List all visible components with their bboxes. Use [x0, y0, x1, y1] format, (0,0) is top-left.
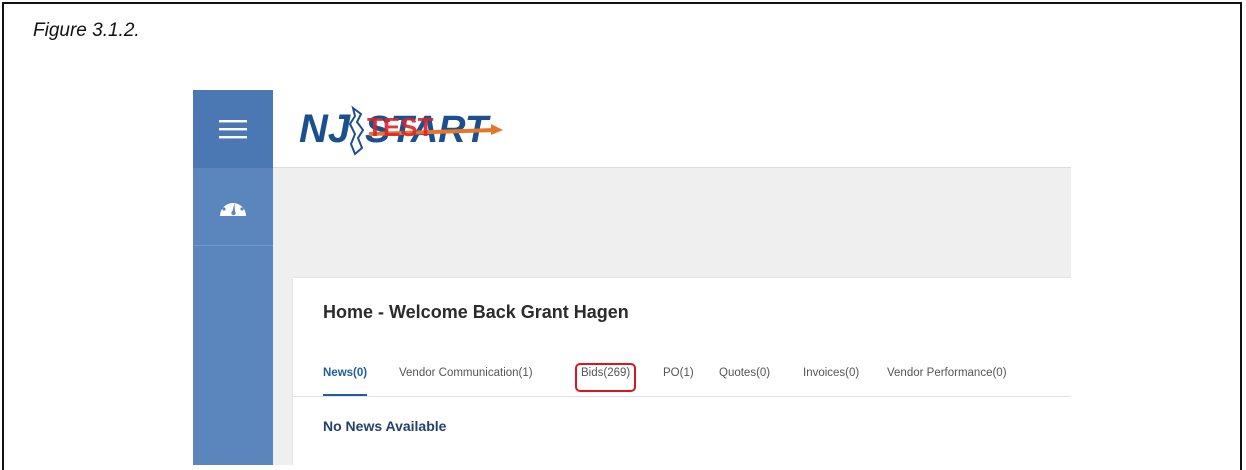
tab-bar: News(0) Vendor Communication(1) Bids(269… — [311, 358, 1071, 397]
sidebar — [193, 90, 273, 465]
logo-arrow-icon — [491, 124, 503, 135]
dashboard-gauge-icon — [220, 197, 246, 216]
figure-caption: Figure 3.1.2. — [33, 20, 140, 41]
hamburger-menu-icon — [219, 120, 247, 139]
empty-news-message: No News Available — [323, 418, 447, 434]
page-title: Home - Welcome Back Grant Hagen — [323, 302, 629, 322]
logo-test-overlay: TEST — [367, 112, 434, 142]
tab-divider — [293, 396, 1071, 397]
tab-news[interactable]: News(0) — [323, 358, 368, 397]
new-jersey-state-outline — [348, 105, 365, 156]
tab-bids[interactable]: Bids(269) — [574, 358, 637, 394]
app-header: NJ START TEST — [273, 90, 1071, 168]
menu-button[interactable] — [193, 90, 273, 168]
tab-vendor-performance[interactable]: Vendor Performance(0) — [887, 358, 1007, 394]
tab-invoices[interactable]: Invoices(0) — [803, 358, 859, 394]
home-panel: Home - Welcome Back Grant Hagen News(0) … — [293, 278, 1071, 465]
tab-vendor-communication[interactable]: Vendor Communication(1) — [399, 358, 533, 394]
njstart-logo[interactable]: NJ START TEST — [295, 104, 515, 156]
tab-po[interactable]: PO(1) — [663, 358, 694, 394]
app-screenshot: NJ START TEST Home - Welcome Back Grant … — [193, 90, 1071, 465]
dashboard-button[interactable] — [193, 168, 273, 246]
logo-text-nj: NJ — [299, 107, 351, 151]
tab-quotes[interactable]: Quotes(0) — [719, 358, 770, 394]
